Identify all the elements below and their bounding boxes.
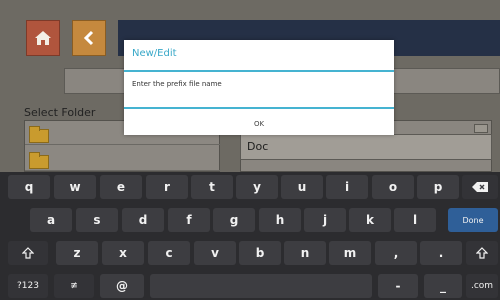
dialog-title: New/Edit [132,48,177,59]
key-period[interactable]: . [420,241,462,265]
shift-icon [22,247,34,259]
key-u[interactable]: u [281,175,323,199]
key-b[interactable]: b [239,241,281,265]
folder-row[interactable] [25,151,221,171]
on-screen-keyboard: q w e r t y u i o p a s d f g h j k l Do… [0,172,500,300]
key-q[interactable]: q [8,175,50,199]
key-p[interactable]: p [417,175,459,199]
key-v[interactable]: v [194,241,236,265]
key-y[interactable]: y [236,175,278,199]
key-l[interactable]: l [394,208,436,232]
select-folder-label: Select Folder [24,106,96,119]
key-dash[interactable]: - [378,274,418,298]
file-name-value: Doc [247,140,269,153]
key-m[interactable]: m [329,241,371,265]
key-symbols[interactable]: ?123 [8,274,48,298]
key-c[interactable]: c [148,241,190,265]
key-j[interactable]: j [304,208,346,232]
shift-icon [476,247,488,259]
key-r[interactable]: r [146,175,188,199]
key-shift-left[interactable] [8,241,48,265]
new-edit-dialog: New/Edit Enter the prefix file name OK [124,40,394,135]
key-h[interactable]: h [259,208,301,232]
key-w[interactable]: w [54,175,96,199]
key-shift-right[interactable] [466,241,498,265]
key-dotcom[interactable]: .com [466,274,498,298]
folder-icon [29,126,49,143]
prefix-file-name-input[interactable]: Enter the prefix file name [128,76,390,106]
ok-button[interactable]: OK [124,112,394,135]
key-z[interactable]: z [56,241,98,265]
key-done[interactable]: Done [448,208,498,232]
key-n[interactable]: n [284,241,326,265]
home-icon [35,31,51,45]
key-x[interactable]: x [102,241,144,265]
key-at[interactable]: @ [100,274,144,298]
backspace-icon [472,182,488,192]
chevron-left-icon [83,30,94,46]
key-f[interactable]: f [168,208,210,232]
key-a[interactable]: a [30,208,72,232]
key-g[interactable]: g [213,208,255,232]
key-d[interactable]: d [122,208,164,232]
grid-icon[interactable] [474,124,488,133]
key-underscore[interactable]: _ [424,274,462,298]
key-comma[interactable]: , [375,241,417,265]
folder-icon [29,152,49,169]
home-button[interactable] [26,20,60,56]
key-t[interactable]: t [191,175,233,199]
key-s[interactable]: s [76,208,118,232]
key-i[interactable]: i [326,175,368,199]
key-backspace[interactable] [462,175,498,199]
back-button[interactable] [72,20,106,56]
input-underline [124,107,394,109]
key-e[interactable]: e [100,175,142,199]
key-k[interactable]: k [349,208,391,232]
dialog-divider [124,70,394,72]
key-emoji[interactable]: ≢ [54,274,94,298]
key-space[interactable] [150,274,372,298]
key-o[interactable]: o [372,175,414,199]
file-name-field[interactable]: Doc [240,134,492,160]
prefix-file-name-placeholder: Enter the prefix file name [132,80,222,88]
